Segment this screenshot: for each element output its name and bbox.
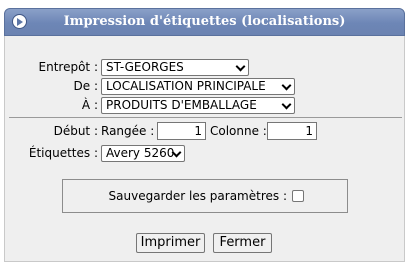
de-select-value: LOCALISATION PRINCIPALE <box>106 79 266 93</box>
colonne-label: Colonne : <box>210 124 267 138</box>
label-print-dialog: Impression d'étiquettes (localisations) … <box>0 0 409 266</box>
de-label: De : <box>73 79 98 93</box>
chevron-down-icon <box>235 61 246 72</box>
debut-label: Début : <box>53 124 98 138</box>
de-select[interactable]: LOCALISATION PRINCIPALE <box>101 78 295 95</box>
etiquettes-select-value: Avery 5260 <box>106 146 175 160</box>
save-settings-checkbox[interactable] <box>292 190 304 202</box>
print-button[interactable]: Imprimer <box>136 233 205 253</box>
entrepot-select-value: ST-GEORGES <box>106 60 184 74</box>
entrepot-label: Entrepôt : <box>38 60 98 74</box>
entrepot-select[interactable]: ST-GEORGES <box>101 59 249 76</box>
close-button[interactable]: Fermer <box>213 233 272 253</box>
colonne-input[interactable]: 1 <box>267 122 317 140</box>
section-divider <box>9 117 402 118</box>
a-select[interactable]: PRODUITS D'EMBALLAGE <box>101 97 295 114</box>
a-select-value: PRODUITS D'EMBALLAGE <box>106 98 257 112</box>
rangee-label: Rangée : <box>101 124 155 138</box>
etiquettes-select[interactable]: Avery 5260 <box>101 145 185 162</box>
chevron-down-icon <box>281 80 292 91</box>
etiquettes-label: Étiquettes : <box>28 146 98 160</box>
a-label: À : <box>81 98 98 112</box>
chevron-down-icon <box>281 99 292 110</box>
save-settings-label: Sauvegarder les paramètres : <box>108 189 287 203</box>
dialog-titlebar: Impression d'étiquettes (localisations) <box>4 8 405 36</box>
dialog-body: Entrepôt : ST-GEORGES De : LOCALISATION … <box>4 36 405 262</box>
rangee-input[interactable]: 1 <box>157 122 206 140</box>
dialog-title: Impression d'étiquettes (localisations) <box>63 14 346 29</box>
save-settings-box: Sauvegarder les paramètres : <box>62 179 348 213</box>
